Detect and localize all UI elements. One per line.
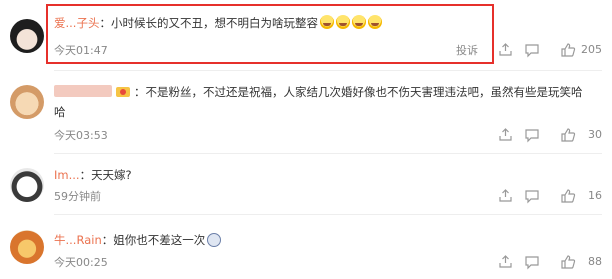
thumbs-up-icon[interactable] [560, 42, 576, 58]
comment-icon[interactable] [524, 254, 540, 270]
comment-text: 小时候长的又不丑，想不明白为啥玩整容 [110, 16, 318, 30]
timestamp: 今天03:53 [54, 129, 108, 142]
comment-text: 不是粉丝，不过还是祝福，人家结几次婚好像也不伤天害理违法吧，虽然有些是玩笑哈 [145, 85, 583, 99]
share-icon[interactable] [498, 127, 514, 143]
laugh-cry-emoji [367, 15, 382, 29]
avatar[interactable] [10, 230, 44, 264]
share-icon[interactable] [498, 188, 514, 204]
comment-icon[interactable] [524, 42, 540, 58]
thumbs-up-icon[interactable] [560, 188, 576, 204]
comment-text-wrap: 哈 [54, 105, 66, 119]
laugh-cry-emoji [351, 15, 366, 29]
username[interactable] [54, 85, 112, 97]
ghost-emoji [207, 233, 222, 247]
username[interactable]: Im... [54, 168, 80, 182]
like-count: 88 [588, 255, 602, 268]
comment-icon[interactable] [524, 188, 540, 204]
like-count: 205 [581, 43, 602, 56]
timestamp: 59分钟前 [54, 190, 101, 203]
like-count: 30 [588, 128, 602, 141]
vip-badge-icon [116, 87, 130, 97]
thumbs-up-icon[interactable] [560, 127, 576, 143]
like-count: 16 [588, 189, 602, 202]
report-button[interactable]: 投诉 [456, 42, 478, 58]
username[interactable]: 牛...Rain [54, 233, 102, 247]
timestamp: 今天00:25 [54, 256, 108, 269]
comment-text: 天天嫁? [91, 168, 132, 182]
comment-icon[interactable] [524, 127, 540, 143]
avatar[interactable] [10, 85, 44, 119]
divider [54, 70, 602, 71]
laugh-cry-emoji [319, 15, 334, 29]
comment-text: 姐你也不差这一次 [113, 233, 206, 247]
divider [54, 153, 602, 154]
timestamp: 今天01:47 [54, 44, 108, 57]
avatar[interactable] [10, 19, 44, 53]
avatar[interactable] [10, 168, 44, 202]
divider [54, 214, 602, 215]
share-icon[interactable] [498, 254, 514, 270]
laugh-cry-emoji [335, 15, 350, 29]
share-icon[interactable] [498, 42, 514, 58]
thumbs-up-icon[interactable] [560, 254, 576, 270]
username[interactable]: 爱...子头 [54, 16, 99, 30]
